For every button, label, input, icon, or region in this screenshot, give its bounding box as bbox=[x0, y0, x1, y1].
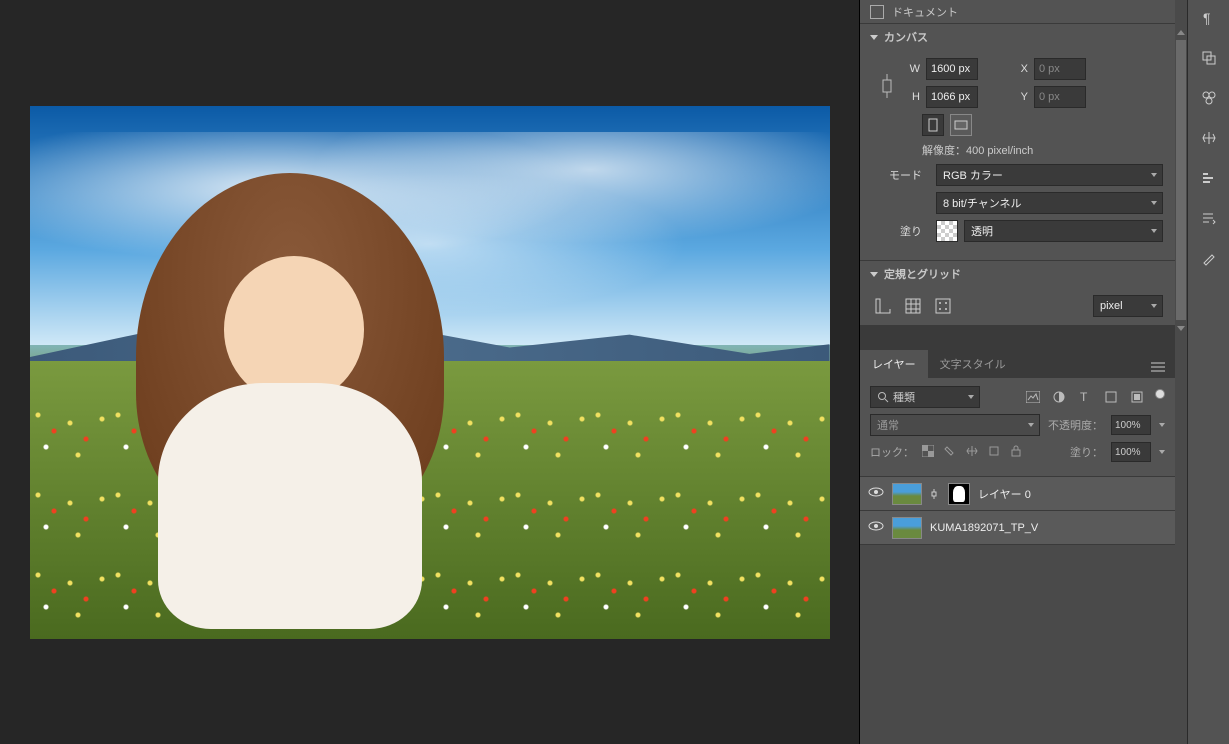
filter-smart-icon[interactable] bbox=[1129, 389, 1145, 405]
filter-image-icon[interactable] bbox=[1025, 389, 1041, 405]
cluster-icon[interactable] bbox=[1197, 86, 1221, 110]
height-input[interactable] bbox=[926, 86, 978, 108]
fill-opacity-label: 塗り： bbox=[1070, 444, 1103, 460]
mode-label: モード bbox=[872, 167, 922, 183]
x-label: X bbox=[1010, 63, 1028, 75]
filter-adjustment-icon[interactable] bbox=[1051, 389, 1067, 405]
opacity-chevron-icon[interactable] bbox=[1159, 423, 1165, 427]
height-label: H bbox=[902, 91, 920, 103]
scrollbar-up-arrow[interactable] bbox=[1177, 30, 1185, 35]
mask-link-icon[interactable] bbox=[930, 487, 940, 501]
right-toolbar: ¶ bbox=[1187, 0, 1229, 744]
color-mode-dropdown[interactable]: RGB カラー bbox=[936, 164, 1163, 186]
lock-position-icon[interactable] bbox=[966, 445, 980, 459]
opacity-label: 不透明度： bbox=[1048, 417, 1103, 433]
fill-swatch[interactable] bbox=[936, 220, 958, 242]
layer-controls: 種類 T 通常 不透明度： ロック： bbox=[860, 378, 1175, 477]
width-input[interactable] bbox=[926, 58, 978, 80]
canvas-section-header[interactable]: カンバス bbox=[860, 24, 1175, 50]
tab-text-styles[interactable]: 文字スタイル bbox=[928, 350, 1018, 378]
tab-layers[interactable]: レイヤー bbox=[860, 350, 928, 378]
document-title: ドキュメント bbox=[892, 4, 958, 20]
document-header[interactable]: ドキュメント bbox=[860, 0, 1175, 24]
lock-transparency-icon[interactable] bbox=[922, 445, 936, 459]
canvas-area[interactable] bbox=[0, 0, 859, 744]
y-label: Y bbox=[1010, 91, 1028, 103]
canvas[interactable] bbox=[30, 106, 830, 639]
canvas-section: カンバス W X bbox=[860, 24, 1175, 261]
chevron-down-icon bbox=[870, 35, 878, 40]
svg-text:¶: ¶ bbox=[1203, 10, 1211, 26]
unit-dropdown[interactable]: pixel bbox=[1093, 295, 1163, 317]
scrollbar-down-arrow[interactable] bbox=[1177, 326, 1185, 331]
rulers-section-header[interactable]: 定規とグリッド bbox=[860, 261, 1175, 287]
chevron-down-icon bbox=[870, 272, 878, 277]
link-wh-icon[interactable] bbox=[881, 72, 893, 100]
orientation-landscape-button[interactable] bbox=[950, 114, 972, 136]
search-icon bbox=[877, 391, 889, 403]
orientation-portrait-button[interactable] bbox=[922, 114, 944, 136]
svg-text:T: T bbox=[1080, 391, 1088, 403]
y-input[interactable] bbox=[1034, 86, 1086, 108]
ruler-icon[interactable] bbox=[872, 295, 894, 317]
pixel-grid-icon[interactable] bbox=[932, 295, 954, 317]
lock-paint-icon[interactable] bbox=[944, 445, 958, 459]
document-icon bbox=[870, 5, 884, 19]
layer-name[interactable]: KUMA1892071_TP_V bbox=[930, 522, 1038, 534]
fill-label: 塗り bbox=[872, 223, 922, 239]
lock-label: ロック： bbox=[870, 444, 914, 460]
blend-mode-dropdown[interactable]: 通常 bbox=[870, 414, 1040, 436]
grid-icon[interactable] bbox=[902, 295, 924, 317]
layer-thumbnail[interactable] bbox=[892, 483, 922, 505]
visibility-icon[interactable] bbox=[868, 520, 884, 536]
layer-mask-thumbnail[interactable] bbox=[948, 483, 970, 505]
align-icon[interactable] bbox=[1197, 166, 1221, 190]
layer-row[interactable]: KUMA1892071_TP_V bbox=[860, 511, 1175, 545]
paragraph-icon[interactable]: ¶ bbox=[1197, 6, 1221, 30]
width-label: W bbox=[902, 63, 920, 75]
transform-icon[interactable] bbox=[1197, 126, 1221, 150]
fill-opacity-input[interactable] bbox=[1111, 442, 1151, 462]
fill-chevron-icon[interactable] bbox=[1159, 450, 1165, 454]
list-arrow-icon[interactable] bbox=[1197, 206, 1221, 230]
panel-menu-icon[interactable] bbox=[1141, 356, 1175, 378]
filter-shape-icon[interactable] bbox=[1103, 389, 1119, 405]
layer-name[interactable]: レイヤー 0 bbox=[978, 486, 1031, 502]
filter-type-icon[interactable]: T bbox=[1077, 389, 1093, 405]
rulers-grid-section: 定規とグリッド pixel bbox=[860, 261, 1175, 326]
layers-list: レイヤー 0 KUMA1892071_TP_V bbox=[860, 477, 1175, 744]
panel-tabs: レイヤー 文字スタイル bbox=[860, 350, 1175, 378]
fill-dropdown[interactable]: 透明 bbox=[964, 220, 1163, 242]
x-input[interactable] bbox=[1034, 58, 1086, 80]
brush-settings-icon[interactable] bbox=[1197, 246, 1221, 270]
lock-artboard-icon[interactable] bbox=[988, 445, 1002, 459]
filter-type-dropdown[interactable]: 種類 bbox=[870, 386, 980, 408]
filter-toggle[interactable] bbox=[1155, 389, 1165, 399]
visibility-icon[interactable] bbox=[868, 486, 884, 502]
properties-panel: ドキュメント カンバス W bbox=[859, 0, 1175, 744]
overlap-squares-icon[interactable] bbox=[1197, 46, 1221, 70]
resolution-text: 解像度：400 pixel/inch bbox=[922, 142, 1033, 158]
opacity-input[interactable] bbox=[1111, 415, 1151, 435]
layer-row[interactable]: レイヤー 0 bbox=[860, 477, 1175, 511]
canvas-section-title: カンバス bbox=[884, 29, 928, 45]
bit-depth-dropdown[interactable]: 8 bit/チャンネル bbox=[936, 192, 1163, 214]
lock-all-icon[interactable] bbox=[1010, 445, 1024, 459]
rulers-section-title: 定規とグリッド bbox=[884, 266, 961, 282]
layer-thumbnail[interactable] bbox=[892, 517, 922, 539]
scrollbar-thumb[interactable] bbox=[1176, 40, 1186, 320]
